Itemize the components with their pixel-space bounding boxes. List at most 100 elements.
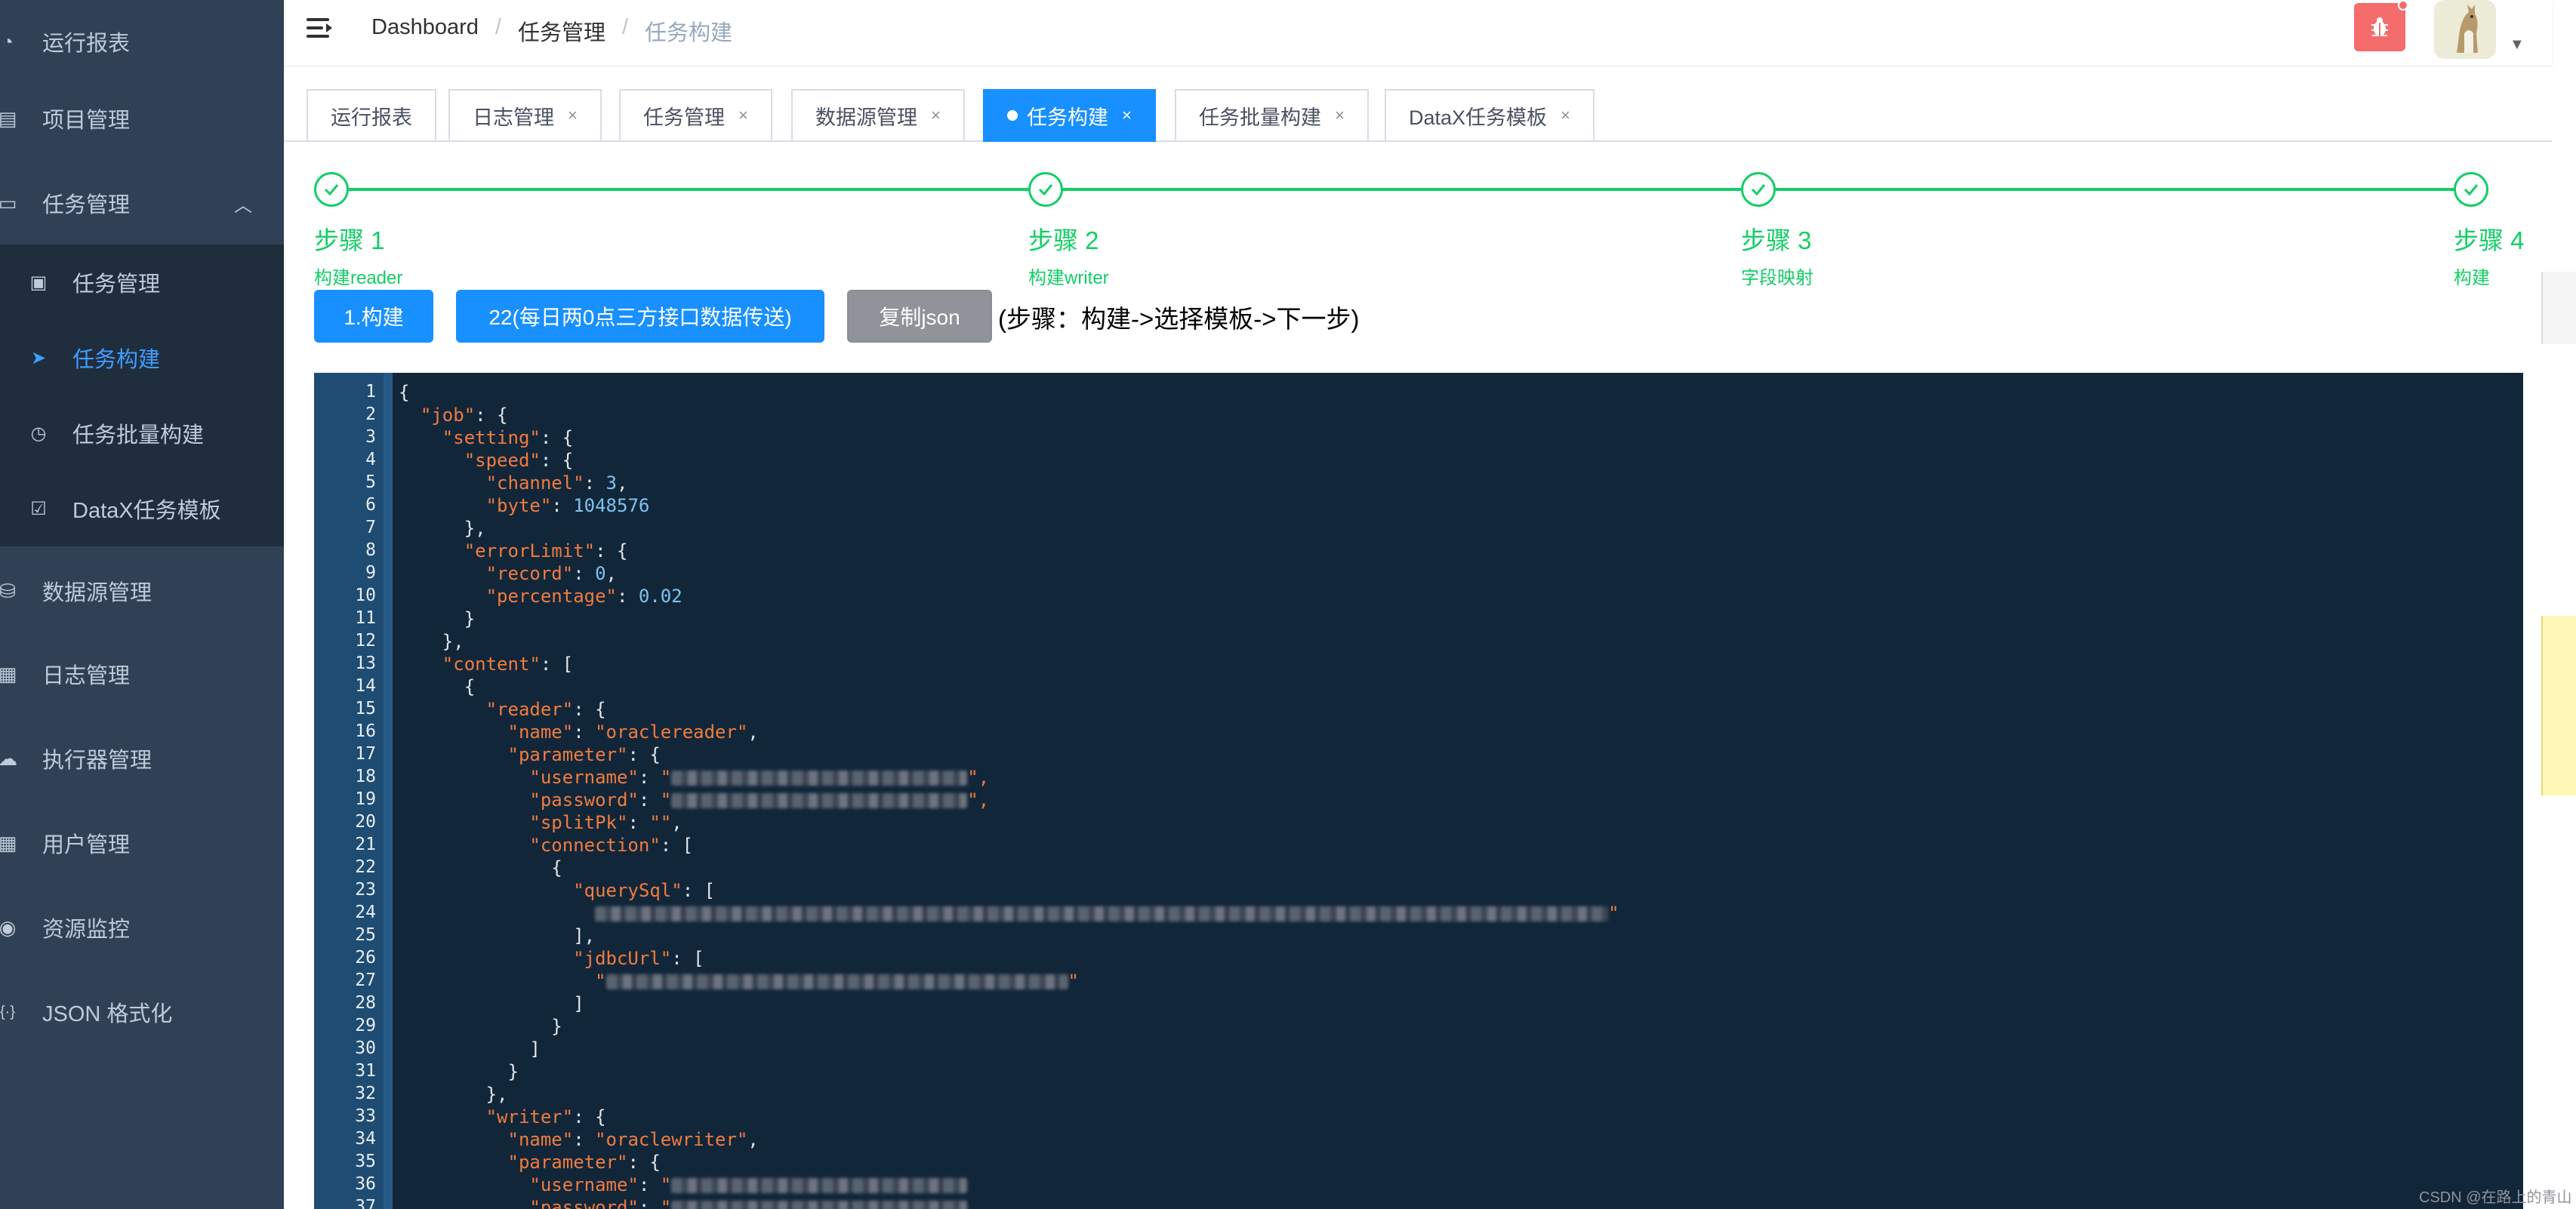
sidebar-item-label: 资源监控 (42, 918, 131, 942)
copy-json-button[interactable]: 复制json (847, 290, 992, 343)
sidebar-item-label: 任务管理 (42, 193, 131, 217)
chevron-up-icon: ︿ (234, 195, 252, 216)
sidebar-subitem-task-management[interactable]: ▣ 任务管理 (0, 245, 284, 320)
error-log-button[interactable] (2354, 3, 2405, 51)
step-connector (1776, 188, 2454, 191)
sidebar-subitem-label: 任务构建 (72, 348, 161, 372)
line-number: 9 (365, 563, 376, 583)
redacted-value (671, 1178, 968, 1193)
close-icon[interactable]: × (1335, 106, 1345, 125)
code-line: "record": 0, (485, 563, 617, 584)
line-number: 35 (355, 1152, 376, 1171)
close-icon[interactable]: × (738, 106, 748, 125)
sidebar-item-label: 日志管理 (42, 664, 131, 688)
breadcrumb-separator: / (621, 15, 629, 39)
code-line: "percentage": 0.02 (485, 586, 683, 607)
build-button[interactable]: 1.构建 (314, 290, 433, 343)
hamburger-icon[interactable] (307, 17, 332, 42)
sidebar-item-json-format[interactable]: {·} JSON 格式化 (0, 971, 284, 1054)
breadcrumb-current: 任务构建 (645, 21, 733, 45)
line-number: 19 (355, 789, 376, 809)
sidebar-item-projects[interactable]: ▤ 项目管理 (0, 77, 284, 160)
tag-datax-template[interactable]: DataX任务模板 × (1385, 89, 1595, 142)
sidebar-subitem-label: 任务批量构建 (72, 423, 205, 448)
sidebar-subitem-label: 任务管理 (72, 272, 161, 297)
tag-logs[interactable]: 日志管理 × (448, 89, 602, 142)
sidebar-item-datasource[interactable]: ⛁ 数据源管理 (0, 549, 284, 632)
code-line: "username": " ", (529, 767, 990, 788)
clipboard-icon: ☑ (30, 498, 47, 519)
tag-task-build[interactable]: 任务构建 × (983, 89, 1156, 142)
code-line: }, (442, 631, 464, 652)
sidebar-item-executor[interactable]: ☁ 执行器管理 (0, 717, 284, 800)
user-table-icon: ▦ (0, 831, 17, 854)
code-line: "speed": { (464, 450, 574, 471)
sidebar-subitem-batch-build[interactable]: ◷ 任务批量构建 (0, 395, 284, 471)
steps-hint: (步骤：构建->选择模板->下一步) (998, 305, 1360, 333)
line-number: 2 (365, 405, 376, 424)
bug-icon (2371, 17, 2388, 36)
chevron-down-icon[interactable]: ▼ (2510, 36, 2525, 54)
code-line: "password": " (399, 1197, 968, 1209)
code-line: } (507, 1061, 519, 1082)
user-avatar-icon (2434, 0, 2496, 59)
close-icon[interactable]: × (1561, 106, 1570, 125)
line-number: 13 (355, 654, 376, 673)
line-number: 12 (355, 631, 376, 651)
code-line: }, (464, 518, 486, 539)
breadcrumb-task-management[interactable]: 任务管理 (518, 15, 605, 47)
project-icon: ▤ (0, 106, 17, 130)
breadcrumb-dashboard[interactable]: Dashboard (371, 15, 479, 47)
step-4-check (2454, 172, 2488, 207)
code-line: "setting": { (442, 427, 574, 448)
code-line: " " (595, 971, 1079, 992)
tag-dashboard[interactable]: 运行报表 (307, 89, 436, 142)
line-number: 27 (355, 971, 376, 990)
close-icon[interactable]: × (568, 106, 578, 125)
navbar: Dashboard / 任务管理 / 任务构建 (284, 0, 2552, 65)
code-line: "byte": 1048576 (485, 495, 650, 516)
tag-task-management[interactable]: 任务管理 × (619, 89, 772, 142)
code-line: "querySql": [ (573, 880, 716, 901)
sidebar-item-label: 运行报表 (42, 32, 131, 56)
json-icon: {·} (0, 1003, 16, 1020)
sidebar-subitem-task-build[interactable]: ➤ 任务构建 (0, 320, 284, 395)
sidebar-subitem-datax-template[interactable]: ☑ DataX任务模板 (0, 471, 284, 546)
json-editor[interactable]: 1 2 3 4 5 6 7 8 9 10 11 12 13 14 15 16 17 18 19 20 21 22 23 24 2… (314, 373, 2523, 1209)
code-line: "job": { (420, 405, 508, 426)
close-icon[interactable]: × (1122, 106, 1132, 125)
line-number-gutter: 1 2 3 4 5 6 7 8 9 10 11 12 13 14 15 16 17 18 19 20 21 22 23 24 2… (314, 373, 393, 1209)
task-icon: ▭ (0, 191, 17, 214)
redacted-value (671, 1201, 968, 1209)
sidebar-item-monitor[interactable]: ◉ 资源监控 (0, 886, 284, 969)
step-4-desc: 构建 (2454, 268, 2490, 288)
sidebar-item-users[interactable]: ▦ 用户管理 (0, 801, 284, 884)
line-number: 36 (355, 1174, 376, 1194)
tag-label: 运行报表 (331, 106, 412, 129)
sidebar-item-dashboard[interactable]: ◔ 运行报表 (0, 0, 284, 83)
step-connector (1063, 188, 1741, 191)
line-number: 17 (355, 744, 376, 764)
code-line: "jdbcUrl": [ (573, 948, 704, 969)
redacted-value (671, 793, 968, 808)
line-number: 32 (355, 1084, 376, 1103)
code-line: " (399, 903, 1619, 925)
line-number: 26 (355, 948, 376, 968)
check-icon (1751, 184, 1766, 196)
template-button[interactable]: 22(每日两0点三方接口数据传送) (456, 290, 824, 343)
tag-batch-build[interactable]: 任务批量构建 × (1175, 89, 1369, 142)
step-1-check (314, 172, 349, 207)
gutter-strip (384, 373, 393, 1209)
code-line: "splitPk": "", (529, 812, 683, 833)
code-line: "channel": 3, (485, 472, 628, 494)
watermark: CSDN @在路上的青山 (2419, 1189, 2572, 1206)
line-number: 30 (355, 1038, 376, 1058)
sidebar-item-logs[interactable]: ▦ 日志管理 (0, 632, 284, 715)
sidebar-item-tasks[interactable]: ▭ 任务管理 ︿ (0, 162, 284, 245)
code-line: "writer": { (485, 1106, 606, 1127)
line-number: 18 (355, 767, 376, 786)
close-icon[interactable]: × (931, 106, 941, 125)
tag-datasource[interactable]: 数据源管理 × (791, 89, 965, 142)
avatar[interactable] (2434, 0, 2496, 59)
line-number: 16 (355, 721, 376, 741)
